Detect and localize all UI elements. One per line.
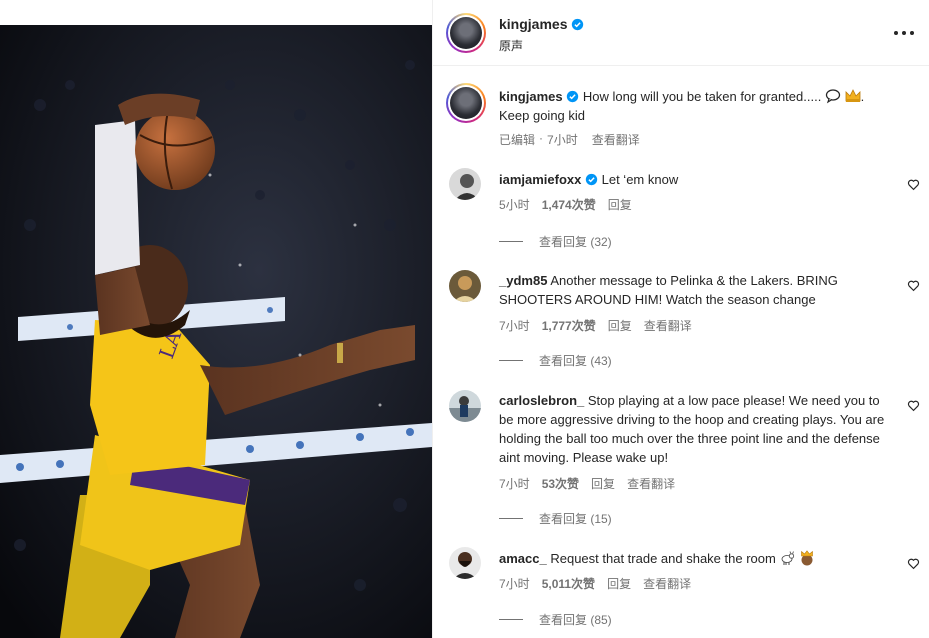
reply-button[interactable]: 回复 bbox=[591, 475, 615, 492]
caption-line2: Keep going kid bbox=[499, 108, 586, 123]
caption-avatar[interactable] bbox=[446, 83, 486, 123]
verified-icon bbox=[572, 18, 584, 30]
comment-body: amacc_ Request that trade and shake the … bbox=[499, 549, 895, 568]
post-header: kingjames 原声 bbox=[433, 0, 929, 66]
more-icon[interactable] bbox=[894, 23, 914, 43]
replies-line bbox=[499, 518, 523, 519]
view-replies-button[interactable]: 查看回复 (15) bbox=[499, 510, 612, 527]
comment-body: carloslebron_ Stop playing at a low pace… bbox=[499, 391, 895, 467]
replies-line bbox=[499, 360, 523, 361]
comment-meta: 7小时 53次赞 回复 查看翻译 bbox=[499, 475, 675, 492]
author-username-row[interactable]: kingjames bbox=[499, 16, 584, 32]
view-replies-button[interactable]: 查看回复 (32) bbox=[499, 233, 612, 250]
view-replies-button[interactable]: 查看回复 (85) bbox=[499, 611, 612, 628]
speech-bubble-icon bbox=[825, 89, 841, 104]
verified-icon bbox=[585, 173, 598, 186]
caption-text: How long will you be taken for granted..… bbox=[582, 89, 822, 104]
view-replies-label: 查看回复 (85) bbox=[539, 613, 612, 627]
view-replies-button[interactable]: 查看回复 (43) bbox=[499, 352, 612, 369]
author-username[interactable]: kingjames bbox=[499, 16, 567, 32]
caption-meta: 已编辑 · 7小时 查看翻译 bbox=[499, 131, 640, 148]
see-translation-button[interactable]: 查看翻译 bbox=[643, 575, 691, 592]
caption-username[interactable]: kingjames bbox=[499, 89, 563, 104]
see-translation-button[interactable]: 查看翻译 bbox=[627, 475, 675, 492]
heart-icon[interactable] bbox=[907, 557, 920, 570]
author-avatar[interactable] bbox=[446, 13, 486, 53]
comment-meta: 7小时 1,777次赞 回复 查看翻译 bbox=[499, 317, 692, 334]
commenter-avatar[interactable] bbox=[449, 168, 481, 200]
heart-icon[interactable] bbox=[907, 399, 920, 412]
crown-icon bbox=[801, 550, 813, 566]
comment-text: Request that trade and shake the room bbox=[550, 551, 776, 566]
comment-text: Let ‘em know bbox=[601, 172, 679, 187]
reply-button[interactable]: 回复 bbox=[608, 317, 632, 334]
commenter-avatar[interactable] bbox=[449, 270, 481, 302]
comment-body: _ydm85 Another message to Pelinka & the … bbox=[499, 271, 895, 309]
like-count[interactable]: 1,474次赞 bbox=[542, 196, 596, 213]
post-media[interactable]: LA bbox=[0, 0, 432, 638]
edited-label: 已编辑 bbox=[499, 133, 536, 147]
goat-icon bbox=[782, 551, 795, 565]
comment-time: 7小时 bbox=[499, 477, 530, 491]
see-translation-button[interactable]: 查看翻译 bbox=[644, 317, 692, 334]
crown-icon bbox=[845, 89, 860, 102]
reply-button[interactable]: 回复 bbox=[608, 196, 632, 213]
comment-time: 7小时 bbox=[499, 577, 530, 591]
media-top-strip bbox=[0, 0, 432, 25]
instagram-post-view: LA kingjames 原声 kingjames How long will … bbox=[0, 0, 929, 638]
dunk-photo: LA bbox=[0, 25, 432, 638]
commenter-avatar[interactable] bbox=[449, 547, 481, 579]
like-count[interactable]: 1,777次赞 bbox=[542, 317, 596, 334]
comment-time: 5小时 bbox=[499, 198, 530, 212]
verified-icon bbox=[567, 90, 579, 103]
caption-tail: . bbox=[860, 89, 865, 104]
comments-panel: kingjames 原声 kingjames How long will you… bbox=[432, 0, 929, 638]
like-count[interactable]: 53次赞 bbox=[542, 475, 579, 492]
heart-icon[interactable] bbox=[907, 279, 920, 292]
comment-text: Another message to Pelinka & the Lakers.… bbox=[499, 273, 838, 307]
replies-line bbox=[499, 619, 523, 620]
reply-button[interactable]: 回复 bbox=[607, 575, 631, 592]
view-replies-label: 查看回复 (32) bbox=[539, 235, 612, 249]
comment-meta: 7小时 5,011次赞 回复 查看翻译 bbox=[499, 575, 691, 592]
comment-time: 7小时 bbox=[499, 319, 530, 333]
caption-time: 7小时 bbox=[547, 133, 578, 147]
replies-line bbox=[499, 241, 523, 242]
see-translation-button[interactable]: 查看翻译 bbox=[592, 131, 640, 148]
comment-body: iamjamiefoxx Let ‘em know bbox=[499, 170, 895, 189]
view-replies-label: 查看回复 (15) bbox=[539, 512, 612, 526]
comment-username[interactable]: amacc_ bbox=[499, 551, 547, 566]
audio-label[interactable]: 原声 bbox=[499, 37, 523, 54]
like-count[interactable]: 5,011次赞 bbox=[542, 575, 595, 592]
comment-username[interactable]: carloslebron_ bbox=[499, 393, 584, 408]
heart-icon[interactable] bbox=[907, 178, 920, 191]
comment-username[interactable]: iamjamiefoxx bbox=[499, 172, 581, 187]
meta-separator: · bbox=[539, 131, 544, 145]
view-replies-label: 查看回复 (43) bbox=[539, 354, 612, 368]
comment-meta: 5小时 1,474次赞 回复 bbox=[499, 196, 632, 213]
commenter-avatar[interactable] bbox=[449, 390, 481, 422]
comment-username[interactable]: _ydm85 bbox=[499, 273, 547, 288]
caption-text-block: kingjames How long will you be taken for… bbox=[499, 87, 914, 125]
